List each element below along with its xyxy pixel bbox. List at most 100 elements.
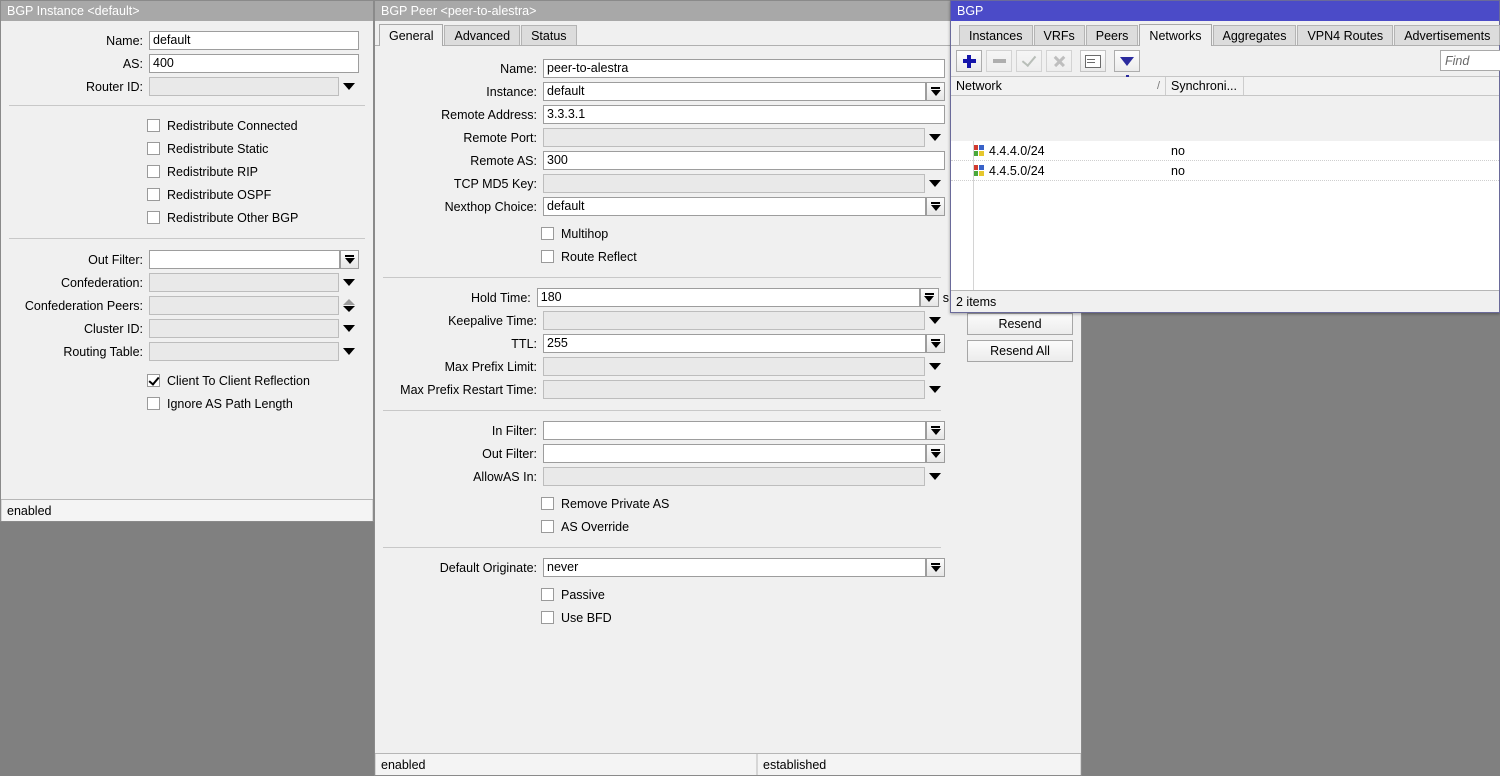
peer-out-filter-dropdown-button[interactable] [926, 444, 945, 463]
redistribute-static-checkbox[interactable] [147, 142, 160, 155]
ignore-as-path-length-checkbox[interactable] [147, 397, 160, 410]
peer-remote-as-input[interactable]: 300 [543, 151, 945, 170]
checkbox-multihop[interactable]: Multihop [541, 222, 949, 245]
instance-router-id-input[interactable] [149, 77, 339, 96]
checkbox-redistribute-connected[interactable]: Redistribute Connected [147, 114, 373, 137]
routing-table-chevron-down-icon[interactable] [339, 342, 359, 361]
confederation-chevron-down-icon[interactable] [339, 273, 359, 292]
peer-in-filter-input[interactable] [543, 421, 926, 440]
checkbox-redistribute-static[interactable]: Redistribute Static [147, 137, 373, 160]
peer-default-originate-input[interactable]: never [543, 558, 926, 577]
tab-peers[interactable]: Peers [1086, 25, 1139, 45]
tcp-md5-key-chevron-down-icon[interactable] [925, 174, 945, 193]
allowas-in-chevron-down-icon[interactable] [925, 467, 945, 486]
peer-max-prefix-restart-time-input[interactable] [543, 380, 925, 399]
checkbox-redistribute-rip[interactable]: Redistribute RIP [147, 160, 373, 183]
checkbox-route-reflect[interactable]: Route Reflect [541, 245, 949, 268]
checkbox-passive[interactable]: Passive [541, 583, 949, 606]
instance-out-filter-input[interactable] [149, 250, 340, 269]
instance-routing-table-input[interactable] [149, 342, 339, 361]
peer-nexthop-choice-input[interactable]: default [543, 197, 926, 216]
remove-private-as-label: Remove Private AS [561, 497, 669, 511]
instance-name-input[interactable]: default [149, 31, 359, 50]
keepalive-time-chevron-down-icon[interactable] [925, 311, 945, 330]
column-header-synchronize[interactable]: Synchroni... [1166, 77, 1244, 95]
add-button[interactable] [956, 50, 982, 72]
out-filter-dropdown-button[interactable] [340, 250, 359, 269]
tab-general[interactable]: General [379, 24, 443, 46]
checkbox-ignore-as-path-length[interactable]: Ignore AS Path Length [147, 392, 373, 415]
instance-cluster-id-input[interactable] [149, 319, 339, 338]
checkbox-redistribute-other-bgp[interactable]: Redistribute Other BGP [147, 206, 373, 229]
client-to-client-reflection-checkbox[interactable] [147, 374, 160, 387]
tab-aggregates[interactable]: Aggregates [1213, 25, 1297, 45]
tab-instances[interactable]: Instances [959, 25, 1033, 45]
table-row[interactable]: 4.4.4.0/24 no [951, 141, 1499, 161]
peer-tcp-md5-key-input[interactable] [543, 174, 925, 193]
peer-remote-address-input[interactable]: 3.3.3.1 [543, 105, 945, 124]
multihop-label: Multihop [561, 227, 608, 241]
checkbox-remove-private-as[interactable]: Remove Private AS [541, 492, 949, 515]
multihop-checkbox[interactable] [541, 227, 554, 240]
redistribute-other-bgp-checkbox[interactable] [147, 211, 160, 224]
remote-port-chevron-down-icon[interactable] [925, 128, 945, 147]
redistribute-connected-checkbox[interactable] [147, 119, 160, 132]
column-header-network[interactable]: Network / [951, 77, 1166, 95]
disable-button[interactable] [1046, 50, 1072, 72]
max-prefix-restart-time-chevron-down-icon[interactable] [925, 380, 945, 399]
instance-as-input[interactable]: 400 [149, 54, 359, 73]
table-row[interactable]: 4.4.5.0/24 no [951, 161, 1499, 181]
checkbox-use-bfd[interactable]: Use BFD [541, 606, 949, 629]
checkbox-as-override[interactable]: AS Override [541, 515, 949, 538]
peer-status-established: established [757, 754, 1081, 775]
instance-confederation-peers-input[interactable] [149, 296, 339, 315]
peer-field-max-prefix-limit: Max Prefix Limit: [375, 355, 949, 378]
redistribute-rip-checkbox[interactable] [147, 165, 160, 178]
peer-instance-input[interactable]: default [543, 82, 926, 101]
tab-advertisements[interactable]: Advertisements [1394, 25, 1500, 45]
hold-time-dropdown-button[interactable] [920, 288, 939, 307]
tab-vpn4-routes[interactable]: VPN4 Routes [1297, 25, 1393, 45]
tab-advanced[interactable]: Advanced [444, 25, 520, 45]
router-id-chevron-down-icon[interactable] [339, 77, 359, 96]
resend-button[interactable]: Resend [967, 313, 1073, 335]
tab-status[interactable]: Status [521, 25, 576, 45]
filter-icon [1120, 57, 1134, 66]
peer-name-input[interactable]: peer-to-alestra [543, 59, 945, 78]
route-reflect-checkbox[interactable] [541, 250, 554, 263]
peer-allowas-in-input[interactable] [543, 467, 925, 486]
redistribute-ospf-checkbox[interactable] [147, 188, 160, 201]
max-prefix-limit-chevron-down-icon[interactable] [925, 357, 945, 376]
tab-vrfs[interactable]: VRFs [1034, 25, 1085, 45]
hold-time-unit-label: s [939, 291, 949, 305]
peer-ttl-input[interactable]: 255 [543, 334, 926, 353]
find-input[interactable]: Find [1440, 50, 1500, 71]
in-filter-dropdown-button[interactable] [926, 421, 945, 440]
remove-button[interactable] [986, 50, 1012, 72]
bgp-titlebar[interactable]: BGP [951, 1, 1499, 21]
peer-remote-port-input[interactable] [543, 128, 925, 147]
default-originate-dropdown-button[interactable] [926, 558, 945, 577]
remove-private-as-checkbox[interactable] [541, 497, 554, 510]
as-override-checkbox[interactable] [541, 520, 554, 533]
ttl-dropdown-button[interactable] [926, 334, 945, 353]
enable-button[interactable] [1016, 50, 1042, 72]
comment-button[interactable] [1080, 50, 1106, 72]
peer-instance-dropdown-button[interactable] [926, 82, 945, 101]
resend-all-button[interactable]: Resend All [967, 340, 1073, 362]
peer-hold-time-input[interactable]: 180 [537, 288, 920, 307]
checkbox-redistribute-ospf[interactable]: Redistribute OSPF [147, 183, 373, 206]
peer-out-filter-input[interactable] [543, 444, 926, 463]
cluster-id-chevron-down-icon[interactable] [339, 319, 359, 338]
filter-button[interactable] [1114, 50, 1140, 72]
bgp-instance-titlebar[interactable]: BGP Instance <default> [1, 1, 373, 21]
passive-checkbox[interactable] [541, 588, 554, 601]
confederation-peers-spinner-icon[interactable] [339, 296, 359, 315]
peer-keepalive-time-input[interactable] [543, 311, 925, 330]
nexthop-choice-dropdown-button[interactable] [926, 197, 945, 216]
instance-confederation-input[interactable] [149, 273, 339, 292]
checkbox-client-to-client-reflection[interactable]: Client To Client Reflection [147, 369, 373, 392]
peer-max-prefix-limit-input[interactable] [543, 357, 925, 376]
use-bfd-checkbox[interactable] [541, 611, 554, 624]
tab-networks[interactable]: Networks [1139, 24, 1211, 46]
